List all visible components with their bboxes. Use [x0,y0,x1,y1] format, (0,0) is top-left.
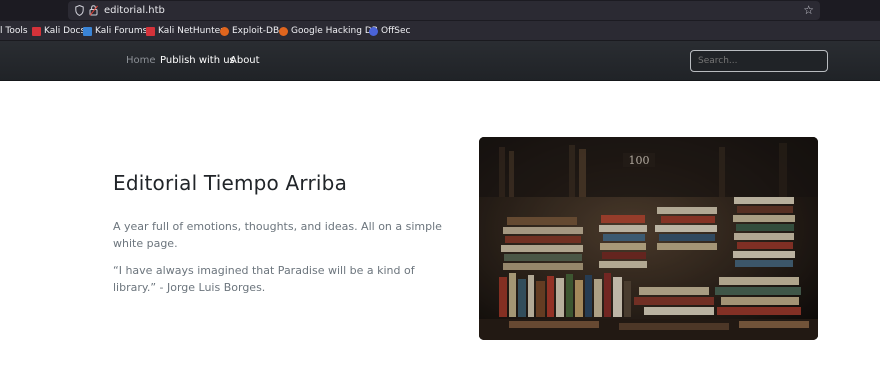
kali-nethunter-icon [146,26,155,36]
browser-toolbar: editorial.htb ☆ [0,0,880,21]
offsec-icon [369,26,378,36]
nav-home-link[interactable]: Home [126,55,156,67]
bookmark-label: Kali NetHunter [158,26,224,36]
search-input[interactable] [690,50,828,72]
bookmark-label: Kali Docs [44,26,86,36]
bookmark-star-icon[interactable]: ☆ [803,3,814,18]
books-illustration: 100 [479,137,818,340]
site-navbar: Home Publish with us About [0,41,880,81]
bookmark-exploit-db[interactable]: Exploit-DB [220,21,279,41]
hero-title: Editorial Tiempo Arriba [113,171,348,195]
bookmark-label: Exploit-DB [232,26,280,36]
bookmark-kali-forums[interactable]: Kali Forums [83,21,147,41]
bookmark-google-hacking-db[interactable]: Google Hacking DB [279,21,378,41]
url-text[interactable]: editorial.htb [104,3,165,18]
nav-about-link[interactable]: About [230,55,260,67]
nav-publish-link[interactable]: Publish with us [160,55,235,67]
bookmark-label: l Tools [0,26,28,36]
books-photo: 100 [479,137,818,340]
exploit-db-icon [220,26,229,36]
bookmark-offsec[interactable]: OffSec [369,21,410,41]
kali-docs-icon [32,26,41,36]
lock-icon[interactable] [89,5,98,16]
bookmark-kali-docs[interactable]: Kali Docs [32,21,85,41]
bookmark-label: OffSec [381,26,411,36]
bookmark-label: Google Hacking DB [291,26,378,36]
address-bar[interactable]: editorial.htb ☆ [68,1,820,20]
bookmark-tools[interactable]: l Tools [0,21,28,41]
bookmark-kali-nethunter[interactable]: Kali NetHunter [146,21,224,41]
bookmark-label: Kali Forums [95,26,148,36]
kali-forums-icon [83,26,92,36]
shield-icon[interactable] [75,5,84,16]
bookmarks-bar: l Tools Kali Docs Kali Forums Kali NetHu… [0,21,880,41]
google-hacking-db-icon [279,26,288,36]
hero-paragraph: A year full of emotions, thoughts, and i… [113,220,442,250]
hero-quote: “I have always imagined that Paradise wi… [113,264,415,294]
